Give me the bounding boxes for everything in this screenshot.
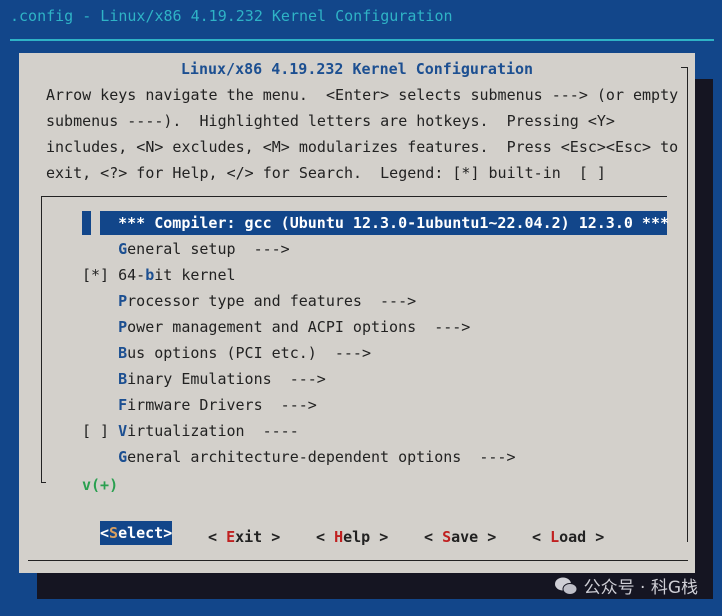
hotkey-letter: L [550, 528, 560, 546]
item-state[interactable] [82, 318, 118, 336]
hotkey-letter: G [118, 240, 128, 258]
dialog-border-right [687, 67, 688, 542]
menu-item-label: Virtualization ---- [118, 422, 299, 440]
menu-item[interactable]: Bus options (PCI etc.) ---> [82, 340, 371, 366]
hotkey-letter: E [226, 528, 236, 546]
help-text-line: exit, <?> for Help, </> for Search. Lege… [46, 164, 606, 182]
hotkey-letter: F [118, 396, 128, 414]
dialog-title: Linux/x86 4.19.232 Kernel Configuration [180, 60, 534, 78]
menu-item[interactable]: General setup ---> [82, 236, 290, 262]
item-state[interactable]: [*] [82, 266, 118, 284]
hotkey-letter: B [118, 344, 128, 362]
menu-item-label: *** Compiler: gcc (Ubuntu 12.3.0-1ubuntu… [118, 214, 670, 232]
hotkey-letter: B [118, 370, 128, 388]
item-state[interactable] [82, 448, 118, 466]
watermark: 公众号 · 科G栈 [554, 573, 698, 598]
watermark-text: 公众号 · 科G栈 [583, 578, 698, 598]
menu-item-label: Processor type and features ---> [118, 292, 417, 310]
menu-item[interactable]: Firmware Drivers ---> [82, 392, 317, 418]
dialog-border-bottom [28, 560, 688, 561]
hotkey-letter: V [118, 422, 128, 440]
hotkey-letter: b [145, 266, 155, 284]
button-load[interactable]: < Load > [532, 524, 604, 550]
menu-box-left [41, 196, 42, 483]
item-state[interactable] [82, 292, 118, 310]
help-text-line: includes, <N> excludes, <M> modularizes … [46, 138, 679, 156]
menu-item-label: 64-bit kernel [118, 266, 236, 284]
menu-item-label: Bus options (PCI etc.) ---> [118, 344, 371, 362]
help-text-line: Arrow keys navigate the menu. <Enter> se… [46, 86, 679, 104]
hotkey-letter: H [334, 528, 344, 546]
menu-item[interactable]: Processor type and features ---> [82, 288, 416, 314]
menu-item-label: Binary Emulations ---> [118, 370, 326, 388]
hotkey-letter: G [118, 448, 128, 466]
help-text-line: submenus ----). Highlighted letters are … [46, 112, 615, 130]
item-state[interactable] [82, 344, 118, 362]
menu-item-label: General architecture-dependent options -… [118, 448, 516, 466]
menu-item[interactable]: [ ] Virtualization ---- [82, 418, 299, 444]
button-exit[interactable]: < Exit > [208, 524, 280, 550]
more-items-indicator: v(+) [82, 476, 119, 494]
menu-item[interactable]: *** Compiler: gcc (Ubuntu 12.3.0-1ubuntu… [82, 210, 669, 236]
button-help[interactable]: < Help > [316, 524, 388, 550]
menu-item-label: Firmware Drivers ---> [118, 396, 317, 414]
menu-item[interactable]: [*] 64-bit kernel [82, 262, 236, 288]
item-state[interactable]: [ ] [82, 422, 118, 440]
button-select[interactable]: <Select> [100, 521, 173, 545]
menu-item[interactable]: Power management and ACPI options ---> [82, 314, 470, 340]
window-title: .config - Linux/x86 4.19.232 Kernel Conf… [10, 7, 453, 25]
kernel-config-dialog: Linux/x86 4.19.232 Kernel Configuration … [19, 53, 695, 573]
item-state[interactable] [82, 214, 118, 232]
wechat-icon [554, 577, 578, 595]
hotkey-letter: P [118, 292, 128, 310]
menu-item-label: Power management and ACPI options ---> [118, 318, 471, 336]
menu-item[interactable]: General architecture-dependent options -… [82, 444, 515, 470]
menu-box-corner [41, 482, 46, 483]
menu-box-top [41, 196, 667, 197]
title-divider [10, 39, 714, 41]
hotkey-letter: P [118, 318, 128, 336]
hotkey-letter: S [109, 524, 119, 542]
item-state[interactable] [82, 370, 118, 388]
dialog-border-corner [681, 67, 688, 68]
menu-item-label: General setup ---> [118, 240, 290, 258]
item-state[interactable] [82, 396, 118, 414]
hotkey-letter: S [442, 528, 452, 546]
button-save[interactable]: < Save > [424, 524, 496, 550]
item-state[interactable] [82, 240, 118, 258]
menu-item[interactable]: Binary Emulations ---> [82, 366, 326, 392]
